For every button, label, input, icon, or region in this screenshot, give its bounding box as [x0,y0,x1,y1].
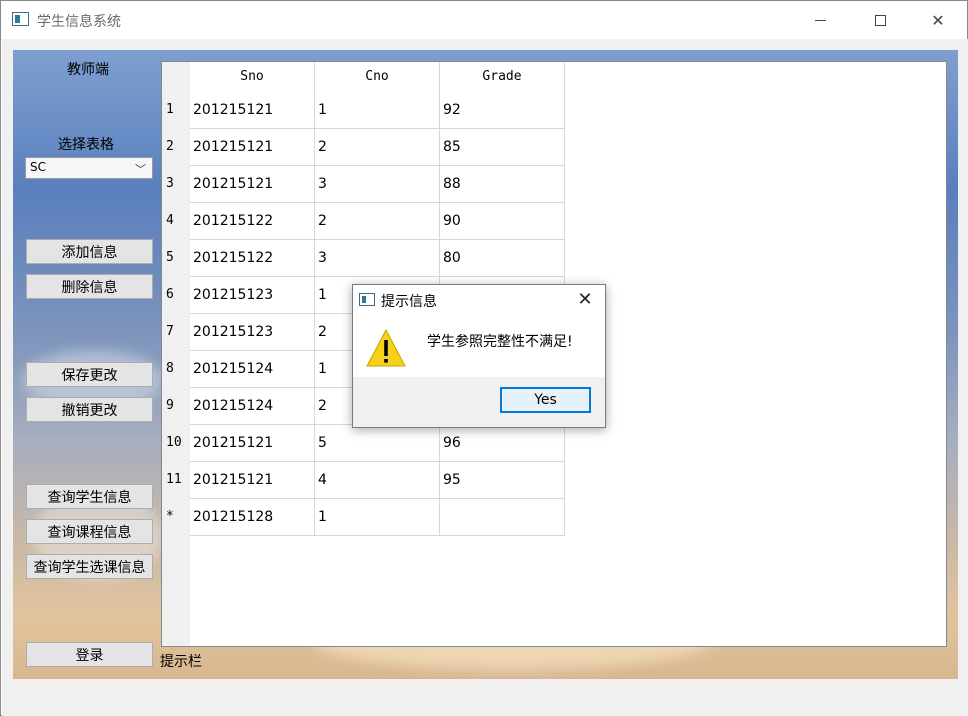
row-number[interactable]: 3 [162,166,190,203]
table-cell[interactable]: 201215124 [190,351,315,388]
close-icon: ✕ [931,10,945,30]
row-number[interactable]: 10 [162,425,190,462]
table-cell[interactable]: 3 [315,166,440,203]
table-cell[interactable]: 1 [315,92,440,129]
row-number[interactable]: 8 [162,351,190,388]
column-header-grade[interactable]: Grade [440,62,565,92]
table-select-value: SC [30,160,46,174]
chevron-down-icon: ﹀ [135,163,146,176]
table-cell[interactable]: 201215128 [190,499,315,536]
row-number[interactable]: 5 [162,240,190,277]
row-number[interactable]: 4 [162,203,190,240]
window-title: 学生信息系统 [37,14,121,30]
query-student-button[interactable]: 查询学生信息 [26,484,153,509]
table-cell[interactable]: 201215121 [190,462,315,499]
table-cell[interactable]: 2 [315,129,440,166]
warning-icon [366,328,406,367]
row-number[interactable]: 2 [162,129,190,166]
dialog-footer: Yes [353,377,605,427]
table-cell[interactable]: 201215122 [190,203,315,240]
table-cell[interactable]: 3 [315,240,440,277]
table-cell[interactable]: 1 [315,499,440,536]
dialog-title: 提示信息 [381,294,437,310]
message-dialog: 提示信息 ✕ 学生参照完整性不满足! Yes [352,284,606,428]
query-course-button[interactable]: 查询课程信息 [26,519,153,544]
row-number[interactable]: 11 [162,462,190,499]
table-cell[interactable]: 90 [440,203,565,240]
table-cell[interactable]: 4 [315,462,440,499]
close-icon: ✕ [577,289,593,310]
yes-button[interactable]: Yes [500,387,591,413]
app-icon [12,12,29,26]
table-select[interactable]: SC ﹀ [25,157,153,179]
save-changes-button[interactable]: 保存更改 [26,362,153,387]
row-number[interactable]: 1 [162,92,190,129]
yes-button-label: Yes [534,392,557,408]
table-cell[interactable]: 201215121 [190,129,315,166]
dialog-title-bar[interactable]: 提示信息 ✕ [353,285,605,315]
minimize-icon [814,19,826,21]
table-cell[interactable]: 201215121 [190,425,315,462]
table-cell[interactable]: 96 [440,425,565,462]
app-window: 学生信息系统 ✕ 教师端 选择表格 SC ﹀ 添加信息 删除信息 保存更改 撤销… [0,0,968,716]
row-number[interactable]: 9 [162,388,190,425]
row-number[interactable]: 6 [162,277,190,314]
title-bar[interactable]: 学生信息系统 ✕ [1,1,967,39]
row-number[interactable]: * [162,499,190,536]
role-label: 教师端 [67,62,109,78]
table-cell[interactable]: 5 [315,425,440,462]
maximize-button[interactable] [857,1,903,39]
row-number[interactable]: 7 [162,314,190,351]
table-cell[interactable]: 85 [440,129,565,166]
maximize-icon [874,14,886,26]
table-cell[interactable]: 201215121 [190,166,315,203]
minimize-button[interactable] [797,1,843,39]
table-cell[interactable]: 201215121 [190,92,315,129]
column-header-sno[interactable]: Sno [190,62,315,92]
close-button[interactable]: ✕ [915,1,961,39]
add-info-button[interactable]: 添加信息 [26,239,153,264]
table-cell[interactable]: 92 [440,92,565,129]
column-header-cno[interactable]: Cno [315,62,440,92]
query-sc-button[interactable]: 查询学生选课信息 [26,554,153,579]
delete-info-button[interactable]: 删除信息 [26,274,153,299]
dialog-close-button[interactable]: ✕ [573,288,597,312]
table-cell[interactable]: 201215122 [190,240,315,277]
login-button[interactable]: 登录 [26,642,153,667]
table-cell[interactable]: 88 [440,166,565,203]
table-cell[interactable]: 201215124 [190,388,315,425]
table-cell[interactable]: 80 [440,240,565,277]
revert-changes-button[interactable]: 撤销更改 [26,397,153,422]
dialog-message: 学生参照完整性不满足! [427,334,573,350]
table-cell[interactable]: 201215123 [190,277,315,314]
table-cell[interactable]: 2 [315,203,440,240]
table-cell[interactable]: 95 [440,462,565,499]
app-icon [359,293,375,306]
table-cell[interactable]: 201215123 [190,314,315,351]
select-table-label: 选择表格 [58,137,114,153]
status-bar-label: 提示栏 [160,654,202,670]
table-cell[interactable] [440,499,565,536]
